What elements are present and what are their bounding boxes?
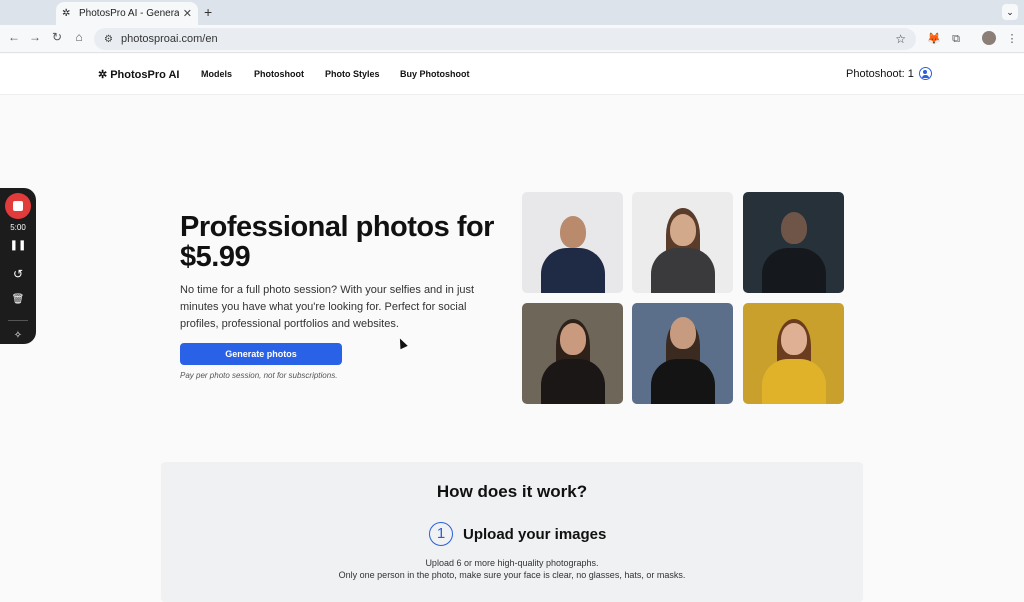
effects-icon[interactable]: ✧ [0,330,36,341]
browser-menu-icon[interactable]: ⋮ [1004,31,1020,47]
step-number-badge: 1 [429,522,453,546]
sample-photo-man-dark [743,192,844,293]
extension-fox-icon[interactable]: 🦊 [926,31,942,47]
screen-recorder-widget: 5:00 ❚❚ ↺ 🗑 ✧ [0,188,36,344]
url-text: photosproai.com/en [120,33,218,45]
photoshoot-account[interactable]: Photoshoot: 1 [846,67,932,80]
site-info-icon[interactable]: ⚙ [104,34,113,45]
how-it-works-section: How does it work? 1 Upload your images U… [161,462,863,602]
nav-photo-styles[interactable]: Photo Styles [325,69,380,79]
tab-search-icon[interactable]: ⌄ [1002,4,1018,20]
step-description-1: Upload 6 or more high-quality photograph… [425,558,599,568]
browser-tab[interactable]: ✲ PhotosPro AI - Generate profi ✕ [56,2,198,25]
recorder-divider [8,320,28,321]
how-it-works-title: How does it work? [436,482,588,501]
bookmark-star-icon[interactable]: ☆ [895,32,906,46]
reload-icon[interactable]: ↻ [49,30,65,44]
forward-icon[interactable]: → [27,30,43,44]
nav-photoshoot[interactable]: Photoshoot [254,69,304,79]
nav-buy-photoshoot[interactable]: Buy Photoshoot [400,69,470,79]
home-icon[interactable]: ⌂ [71,30,87,44]
restart-icon[interactable]: ↺ [0,267,36,281]
brand-name: PhotosPro AI [110,68,180,81]
stop-recording-button[interactable] [5,193,31,219]
tab-title: PhotosPro AI - Generate profi [79,8,179,19]
user-icon[interactable] [918,67,932,80]
sample-photo-woman-sunflowers [743,303,844,404]
recording-timer: 5:00 [10,223,26,232]
step-description-2: Only one person in the photo, make sure … [338,570,686,580]
sample-photo-grid [522,192,844,404]
new-tab-icon[interactable]: + [204,4,212,20]
photoshoot-count: Photoshoot: 1 [846,67,914,80]
sample-photo-man-suit [522,192,623,293]
step-upload: 1 Upload your images [429,522,606,546]
trash-icon[interactable]: 🗑 [0,294,36,305]
nav-models[interactable]: Models [201,69,232,79]
aperture-icon: ✲ [98,69,108,81]
brand-logo[interactable]: ✲ PhotosPro AI [98,68,180,82]
site-header: ✲ PhotosPro AI Models Photoshoot Photo S… [0,54,1024,95]
generate-photos-button[interactable]: Generate photos [180,343,342,365]
site-favicon-icon: ✲ [62,8,71,19]
profile-avatar[interactable] [982,31,996,45]
sample-photo-woman-black [522,303,623,404]
address-bar[interactable]: ⚙ photosproai.com/en ☆ [94,28,916,50]
back-icon[interactable]: ← [6,30,22,44]
mouse-cursor-icon [396,336,408,350]
hero-description: No time for a full photo session? With y… [180,284,475,330]
extensions-puzzle-icon[interactable]: ⧉ [948,31,964,47]
close-tab-icon[interactable]: ✕ [183,7,192,20]
browser-tab-bar: ✲ PhotosPro AI - Generate profi ✕ + ⌄ [0,0,1024,25]
pause-icon[interactable]: ❚❚ [0,240,36,251]
sample-photo-woman-city [632,303,733,404]
hero-title: Professional photos for $5.99 [180,211,494,273]
sample-photo-woman-blazer [632,192,733,293]
pricing-note: Pay per photo session, not for subscript… [180,371,338,380]
step-title: Upload your images [463,525,607,543]
browser-toolbar: ← → ↻ ⌂ ⚙ photosproai.com/en ☆ 🦊 ⧉ ⋮ [0,25,1024,53]
